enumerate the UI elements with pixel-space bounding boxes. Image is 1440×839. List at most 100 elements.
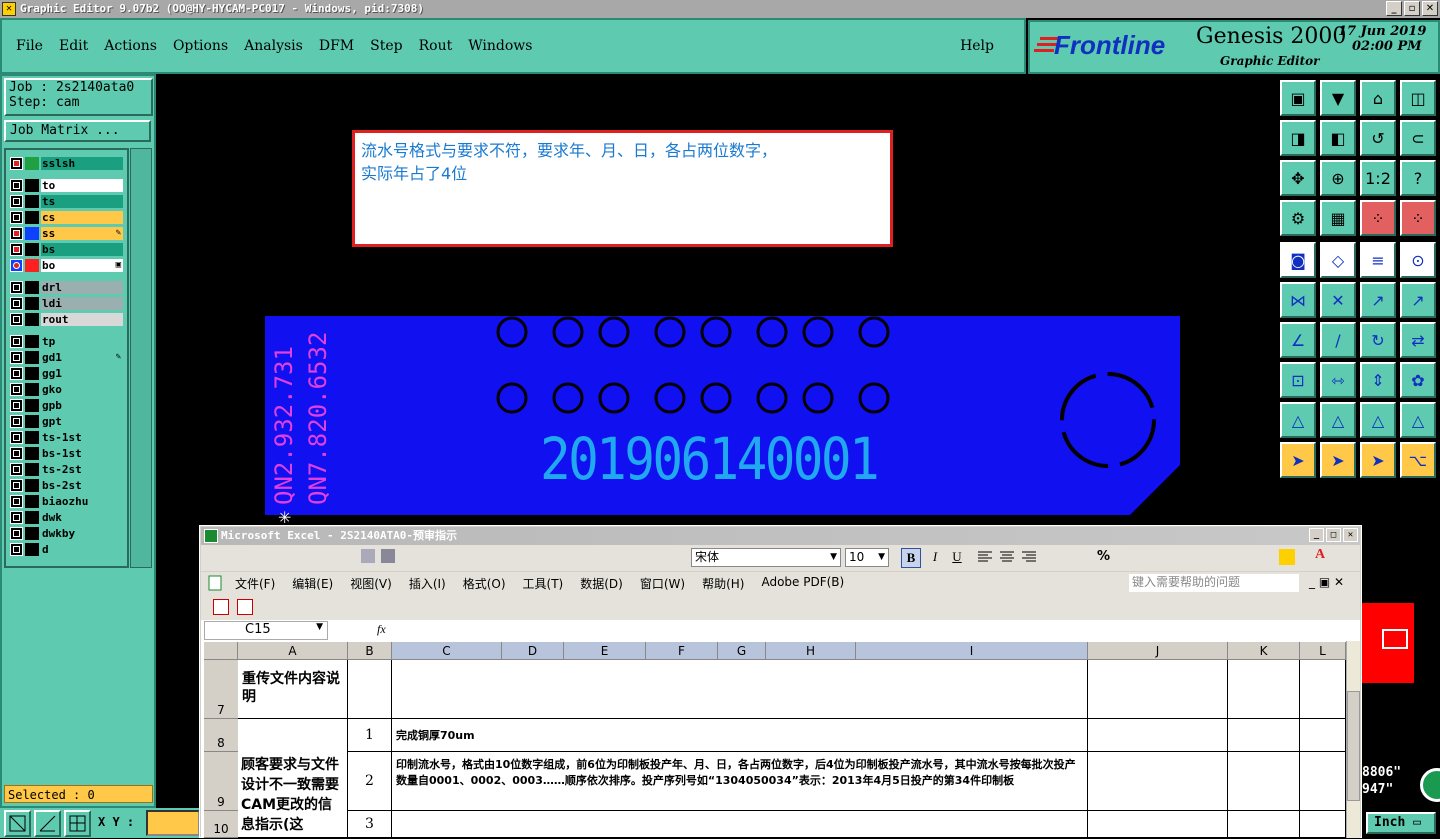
layer-row-bs-2st[interactable]: bs-2st	[10, 478, 123, 493]
layer-scrollbar[interactable]	[130, 148, 152, 568]
layer-name[interactable]: gpt	[41, 415, 123, 428]
layer-row-ts-1st[interactable]: ts-1st	[10, 430, 123, 445]
pointer-a-icon[interactable]: ➤	[1280, 442, 1316, 478]
menu-options[interactable]: Options	[173, 38, 228, 54]
redraw-icon[interactable]: ⊂	[1400, 120, 1436, 156]
layer-checkbox[interactable]	[10, 195, 23, 208]
layer-name[interactable]: gd1 ✎	[41, 351, 123, 364]
layer-color-swatch[interactable]	[25, 399, 39, 412]
excel-close-button[interactable]: ✕	[1343, 528, 1358, 542]
menu-help[interactable]: Help	[960, 38, 994, 54]
column-header[interactable]: A	[238, 642, 348, 660]
cell-empty[interactable]	[1088, 719, 1228, 752]
layer-checkbox[interactable]	[10, 463, 23, 476]
layer-color-swatch[interactable]	[25, 227, 39, 240]
font-name-select[interactable]: 宋体 ▼	[691, 548, 841, 567]
cell-a7[interactable]: 重传文件内容说明	[238, 660, 348, 719]
home-icon[interactable]: ⌂	[1360, 80, 1396, 116]
font-color-icon[interactable]: A	[1315, 547, 1325, 563]
layer-color-swatch[interactable]	[25, 297, 39, 310]
column-header[interactable]: B	[348, 642, 392, 660]
column-header[interactable]: K	[1228, 642, 1300, 660]
layer-color-swatch[interactable]	[25, 463, 39, 476]
grid-snap-icon[interactable]	[64, 810, 91, 837]
percent-icon[interactable]: %	[1097, 549, 1110, 564]
workbook-controls[interactable]: _ ▣ ✕	[1309, 575, 1344, 589]
menu-rout[interactable]: Rout	[419, 38, 453, 54]
layer-checkbox[interactable]	[10, 527, 23, 540]
angle-icon[interactable]: ∠	[1280, 322, 1316, 358]
column-header[interactable]: C	[392, 642, 502, 660]
open-job-icon[interactable]: ▣	[1280, 80, 1316, 116]
layer-checkbox[interactable]	[10, 351, 23, 364]
layer-color-swatch[interactable]	[25, 259, 39, 272]
italic-button[interactable]: I	[925, 548, 945, 568]
layer-color-swatch[interactable]	[25, 157, 39, 170]
layer-name[interactable]: bs-1st	[41, 447, 123, 460]
triangle-c-icon[interactable]: △	[1360, 402, 1396, 438]
scroll-thumb[interactable]	[1347, 691, 1360, 801]
excel-menu-item[interactable]: 文件(F)	[235, 575, 275, 592]
job-matrix-button[interactable]: Job Matrix ...	[4, 120, 151, 142]
cell-empty[interactable]	[1300, 719, 1346, 752]
cell-empty[interactable]	[1228, 660, 1300, 719]
layers-a-icon[interactable]: ⁘	[1360, 200, 1396, 236]
excel-menu-item[interactable]: 窗口(W)	[640, 575, 685, 592]
tools-icon[interactable]: ⚙	[1280, 200, 1316, 236]
minimize-button[interactable]: _	[1386, 1, 1402, 16]
layer-color-swatch[interactable]	[25, 527, 39, 540]
layer-name[interactable]: bs-2st	[41, 479, 123, 492]
triangle-b-icon[interactable]: △	[1320, 402, 1356, 438]
cell-a8-merged[interactable]: 顾客要求与文件设计不一致需要CAM更改的信息指示(这	[238, 719, 348, 838]
pdf-icon[interactable]	[213, 599, 229, 615]
layer-checkbox[interactable]	[10, 383, 23, 396]
layer-row-dwk[interactable]: dwk	[10, 510, 123, 525]
stretch-icon[interactable]: ⇕	[1360, 362, 1396, 398]
layer-row-cs[interactable]: cs	[10, 210, 123, 225]
line-icon[interactable]: ◇	[1320, 242, 1356, 278]
cell-c[interactable]: 印制流水号，格式由10位数字组成，前6位为印制板投产年、月、日，各占两位数字，后…	[392, 752, 1088, 811]
layer-name[interactable]: drl	[41, 281, 123, 294]
layer-color-swatch[interactable]	[25, 281, 39, 294]
layer-color-swatch[interactable]	[25, 351, 39, 364]
menu-step[interactable]: Step	[370, 38, 402, 54]
layer-checkbox[interactable]	[10, 367, 23, 380]
layer-checkbox[interactable]	[10, 157, 23, 170]
layer-row-gpb[interactable]: gpb	[10, 398, 123, 413]
layer-color-swatch[interactable]	[25, 511, 39, 524]
layer-checkbox[interactable]	[10, 335, 23, 348]
layer-color-swatch[interactable]	[25, 335, 39, 348]
restore-button[interactable]: ▫	[1404, 1, 1420, 16]
layer-checkbox[interactable]	[10, 415, 23, 428]
layer-row-ss[interactable]: ss ✎	[10, 226, 123, 241]
layer-name[interactable]: ts-2st	[41, 463, 123, 476]
layer-name[interactable]: ts	[41, 195, 123, 208]
row-header[interactable]: 8	[204, 719, 238, 752]
layer-color-swatch[interactable]	[25, 211, 39, 224]
align-right-icon[interactable]	[1021, 550, 1037, 564]
layer-color-swatch[interactable]	[25, 243, 39, 256]
select-all-corner[interactable]	[204, 642, 238, 660]
excel-menu-item[interactable]: 视图(V)	[350, 575, 392, 592]
pointer-b-icon[interactable]: ➤	[1320, 442, 1356, 478]
layer-row-rout[interactable]: rout	[10, 312, 123, 327]
layer-row-d[interactable]: d	[10, 542, 123, 557]
menu-dfm[interactable]: DFM	[319, 38, 354, 54]
layer-checkbox[interactable]	[10, 543, 23, 556]
triangle-a-icon[interactable]: △	[1280, 402, 1316, 438]
layer-name[interactable]: tp	[41, 335, 123, 348]
layer-name[interactable]: d	[41, 543, 123, 556]
layer-checkbox[interactable]	[10, 447, 23, 460]
layer-name[interactable]: rout	[41, 313, 123, 326]
menu-edit[interactable]: Edit	[59, 38, 88, 54]
cross-icon[interactable]: ✕	[1320, 282, 1356, 318]
excel-menu-item[interactable]: 插入(I)	[409, 575, 446, 592]
layer-name[interactable]: to	[41, 179, 123, 192]
layer-color-swatch[interactable]	[25, 383, 39, 396]
layer-name[interactable]: gg1	[41, 367, 123, 380]
cell-empty[interactable]	[1300, 660, 1346, 719]
formula-input[interactable]	[391, 621, 1357, 640]
menu-actions[interactable]: Actions	[104, 38, 157, 54]
cell-b[interactable]	[348, 660, 392, 719]
cell-empty[interactable]	[1088, 811, 1228, 838]
